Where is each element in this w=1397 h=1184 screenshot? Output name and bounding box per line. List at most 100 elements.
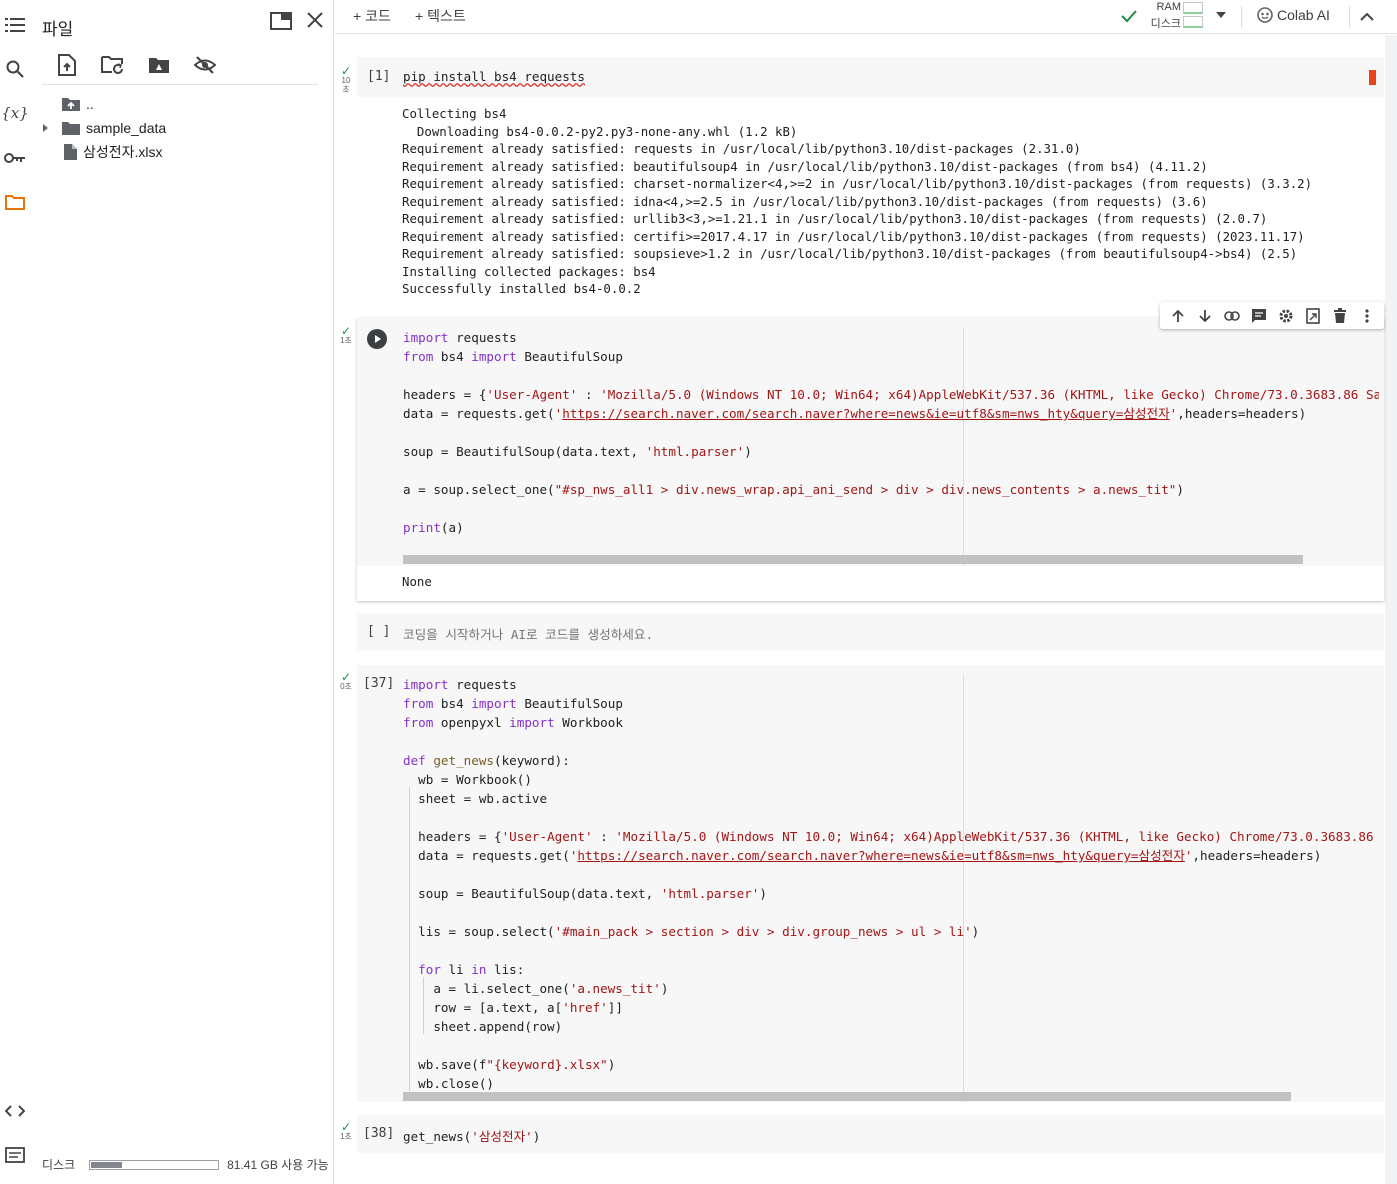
files-panel-title: 파일 [42,20,74,39]
execution-count: [1] [367,69,391,84]
notebook-scrollbar[interactable] [1385,35,1397,1184]
code-line: sheet = wb.active [403,791,548,806]
code-cell-soup[interactable]: import requests from bs4 import Beautiful… [357,318,1384,601]
tree-item-parent[interactable]: .. [62,93,94,115]
disk-usage: 디스크 81.41 GB 사용 가능 [42,1156,329,1173]
open-in-tab-icon[interactable] [270,12,292,32]
close-icon[interactable] [306,11,326,31]
more-vert-icon[interactable] [1357,306,1376,325]
code-line[interactable]: pip install bs4 requests [403,69,585,84]
terminal-icon[interactable] [4,1144,26,1166]
link-icon[interactable] [1222,306,1241,325]
code-line: from bs4 import BeautifulSoup [403,349,623,364]
tree-item-label: sample_data [86,120,167,136]
code-block[interactable]: import requests from bs4 import Beautiful… [403,675,1379,1093]
colab-ai-icon [1257,7,1273,23]
files-divider [42,84,318,85]
code-cell-get-news[interactable]: [37] import requests from bs4 import Beau… [357,665,1384,1102]
delete-icon[interactable] [1330,306,1349,325]
comment-icon[interactable] [1249,306,1268,325]
mirror-cell-icon[interactable] [1303,306,1322,325]
code-line: import requests [403,677,517,692]
left-rail: {x} [0,0,30,1184]
code-line[interactable]: get_news('삼성전자') [403,1126,540,1145]
cell-status: ✓ 0초 [337,671,355,691]
code-block[interactable]: import requests from bs4 import Beautiful… [403,328,1379,537]
add-text-button[interactable]: + 텍스트 [415,6,466,26]
horizontal-scrollbar[interactable] [403,1092,1291,1101]
cell-output: None [402,574,432,589]
files-toolbar [54,52,218,78]
tree-item-xlsx[interactable]: 삼성전자.xlsx [64,141,163,163]
collapse-chevron-up-icon[interactable] [1360,9,1374,25]
code-line: wb.save(f"{keyword}.xlsx") [403,1057,616,1072]
disk-usage-fill [91,1161,122,1168]
search-icon[interactable] [4,58,26,80]
code-line: wb = Workbook() [403,772,532,787]
horizontal-scrollbar[interactable] [403,555,1303,564]
files-panel: 파일 .. sample_data 삼성전자.xlsx 디스크 81.41 GB… [30,0,334,1184]
disk-meter [1183,16,1203,28]
code-line: a = li.select_one('a.news_tit') [403,981,669,996]
colab-ai-button[interactable]: Colab AI [1257,7,1330,23]
code-line: sheet.append(row) [403,1019,563,1034]
settings-gear-icon[interactable] [1276,306,1295,325]
ram-meter [1183,2,1203,14]
toc-icon[interactable] [4,14,26,36]
ram-label: RAM [1156,1,1181,13]
file-icon [64,144,77,160]
code-line: for li in lis: [418,962,525,977]
chevron-right-icon[interactable] [42,123,50,133]
key-icon[interactable] [4,147,26,169]
disk-usage-bar [89,1159,220,1170]
refresh-folder-icon[interactable] [100,52,126,78]
code-snippets-icon[interactable] [4,1100,26,1122]
cell-runtime: 1초 [340,336,352,345]
error-marker [1369,70,1376,85]
cell-placeholder[interactable]: 코딩을 시작하거나 AI로 코드를 생성하세요. [403,624,653,643]
code-cell-pip[interactable]: [1] pip install bs4 requests [357,57,1384,97]
run-cell-button[interactable] [367,329,387,349]
play-icon [375,335,381,343]
cell-runtime: 10 초 [341,76,351,94]
toggle-hidden-icon[interactable] [192,52,218,78]
success-check-icon: ✓ [340,64,352,78]
resource-monitor[interactable]: RAM 디스크 [1145,0,1233,32]
tree-item-sample-data[interactable]: sample_data [42,117,166,139]
cell-runtime: 1초 [340,1132,352,1141]
folder-icon [62,122,80,135]
code-line: print(a) [403,520,464,535]
notebook-area: ✓ 10 초 [1] pip install bs4 requests Coll… [335,35,1397,1184]
add-code-button[interactable]: + 코드 [353,6,391,26]
colab-window: {x} 파일 .. sample_data 삼성전자.xlsx 디스크 81.4… [0,0,1397,1184]
execution-count: [ ] [367,624,391,639]
chevron-down-icon[interactable] [1216,12,1226,18]
folder-icon[interactable] [4,191,26,213]
upload-file-icon[interactable] [54,52,80,78]
disk-label: 디스크 [42,1158,76,1172]
disk-usage-text: 81.41 GB 사용 가능 [227,1158,329,1172]
move-down-icon[interactable] [1195,306,1214,325]
cell-output-pip: Collecting bs4 Downloading bs4-0.0.2-py2… [402,106,1313,296]
cell-status: ✓ 1초 [337,1121,355,1141]
empty-code-cell[interactable]: [ ] 코딩을 시작하거나 AI로 코드를 생성하세요. [357,613,1384,651]
execution-count: [37] [363,676,395,691]
colab-ai-label: Colab AI [1277,7,1330,23]
code-cell-run-get-news[interactable]: [38] get_news('삼성전자') [357,1115,1384,1153]
code-line: import requests [403,330,517,345]
cell-toolbar [1160,302,1384,329]
code-line: def get_news(keyword): [403,753,570,768]
variables-icon[interactable]: {x} [1,102,29,124]
disk-label: 디스크 [1150,18,1181,30]
notebook-toolbar: + 코드 + 텍스트 RAM 디스크 Colab AI [335,0,1397,34]
mount-drive-icon[interactable] [146,52,172,78]
code-line: data = requests.get('https://search.nave… [403,848,1322,863]
move-up-icon[interactable] [1168,306,1187,325]
code-line: from openpyxl import Workbook [403,715,623,730]
